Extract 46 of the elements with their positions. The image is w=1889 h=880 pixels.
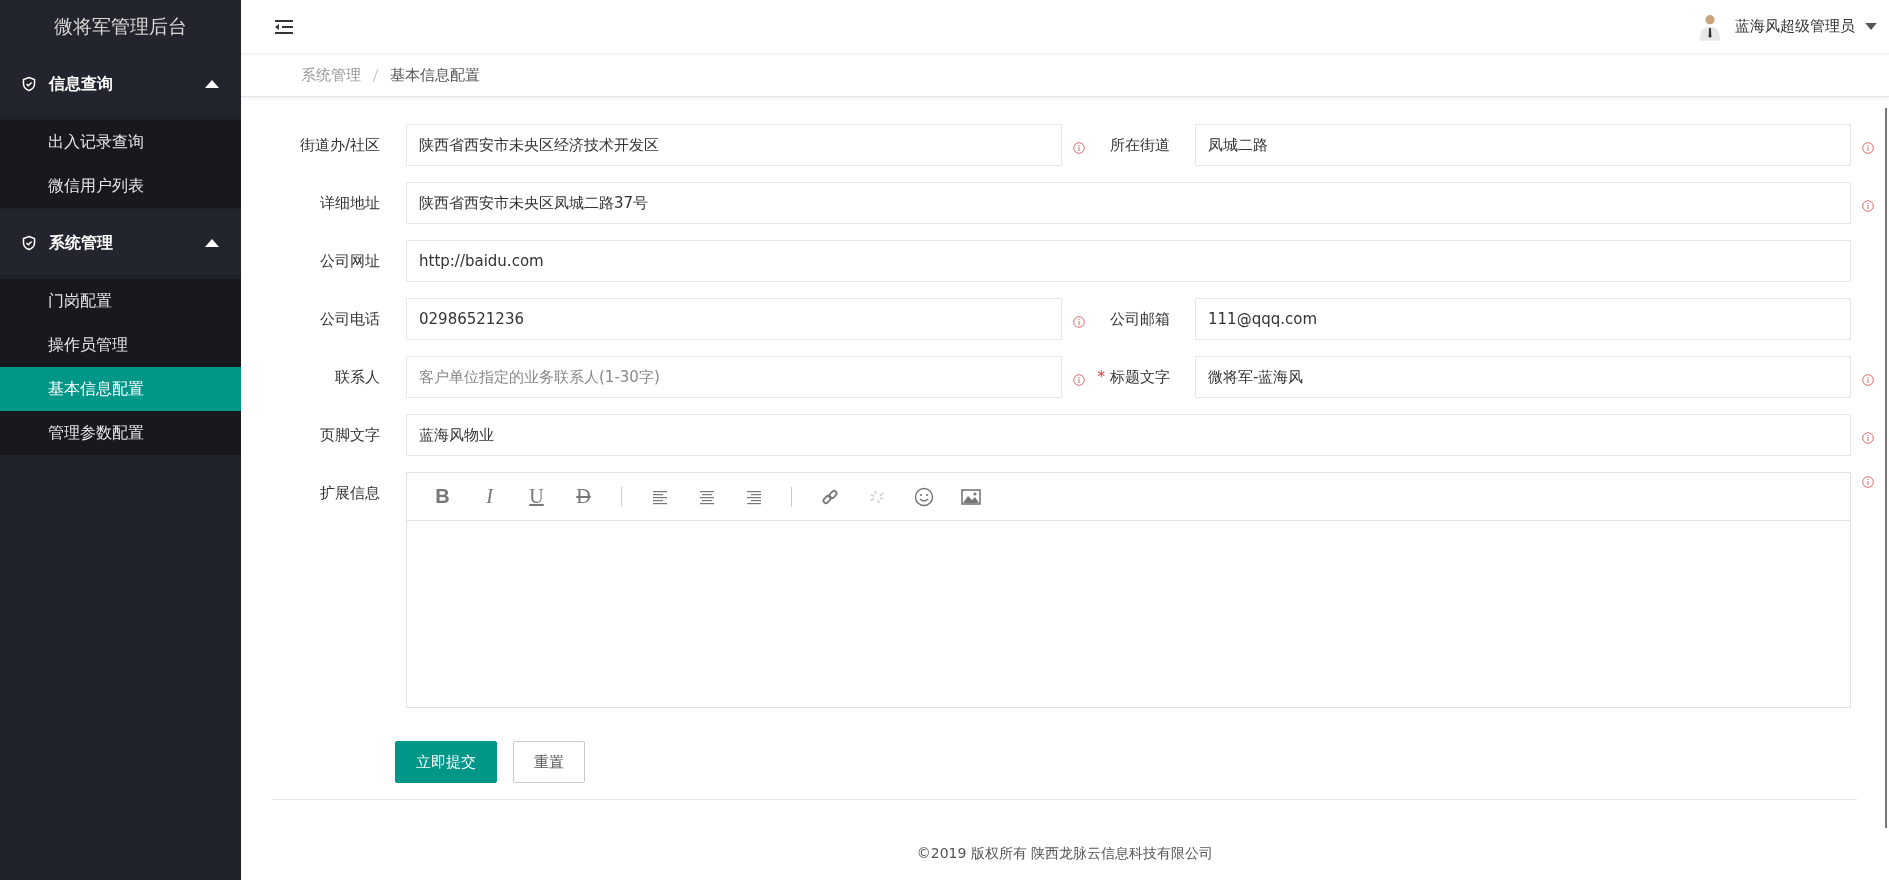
scrollbar[interactable] [1885, 108, 1887, 828]
italic-button[interactable]: I [466, 482, 513, 511]
menu-item[interactable]: 管理参数配置 [0, 411, 241, 455]
avatar-icon[interactable] [1699, 12, 1721, 41]
field-label: 所在街道 [1110, 135, 1170, 155]
input-field[interactable]: 凤城二路 [1195, 124, 1851, 166]
input-field[interactable]: 陕西省西安市未央区经济技术开发区 [406, 124, 1062, 166]
field-label: 联系人 [335, 367, 380, 387]
input-field[interactable]: http://baidu.com [406, 240, 1851, 282]
menu-item[interactable]: 操作员管理 [0, 323, 241, 367]
menu-item[interactable]: 基本信息配置 [0, 367, 241, 411]
field-label: * 标题文字 [1097, 367, 1170, 387]
menu-fold-icon[interactable] [275, 19, 293, 34]
caret-up-icon [205, 239, 219, 247]
field-label: 街道办/社区 [299, 135, 380, 155]
menu-item[interactable]: 出入记录查询 [0, 120, 241, 164]
input-field[interactable]: 02986521236 [406, 298, 1062, 340]
link-icon [820, 487, 839, 506]
field-label: 详细地址 [320, 193, 380, 213]
shield-icon [21, 235, 37, 251]
underline-button[interactable]: U [513, 482, 560, 511]
menu-item[interactable]: 微信用户列表 [0, 164, 241, 208]
rich-text-editor[interactable]: B I U D [406, 472, 1851, 708]
submit-button[interactable]: 立即提交 [395, 741, 497, 783]
field-label: 页脚文字 [320, 425, 380, 445]
field-label: 公司网址 [320, 251, 380, 271]
menu-item[interactable]: 门岗配置 [0, 279, 241, 323]
breadcrumb-link[interactable]: 基本信息配置 [390, 65, 480, 85]
strike-button[interactable]: D [560, 482, 607, 511]
reset-button[interactable]: 重置 [513, 741, 585, 783]
input-field[interactable]: 111@qqq.com [1195, 298, 1851, 340]
shield-icon [21, 76, 37, 92]
smiley-icon [913, 486, 934, 507]
field-label: 公司邮箱 [1110, 309, 1170, 329]
field-label: 扩展信息 [319, 482, 380, 504]
copyright-text: ©2019 版权所有 陕西龙脉云信息科技有限公司 [915, 845, 1215, 863]
user-menu[interactable]: 蓝海风超级管理员 [1735, 17, 1855, 36]
input-field[interactable]: 客户单位指定的业务联系人(1-30字) [406, 356, 1062, 398]
caret-up-icon [205, 80, 219, 88]
field-label: 公司电话 [320, 309, 380, 329]
caret-down-icon[interactable] [1865, 23, 1877, 30]
image-icon [960, 488, 981, 505]
input-field[interactable]: 微将军-蓝海风 [1195, 356, 1851, 398]
input-field[interactable]: 陕西省西安市未央区凤城二路37号 [406, 182, 1851, 224]
bold-button[interactable]: B [419, 482, 466, 511]
input-field[interactable]: 蓝海风物业 [406, 414, 1851, 456]
